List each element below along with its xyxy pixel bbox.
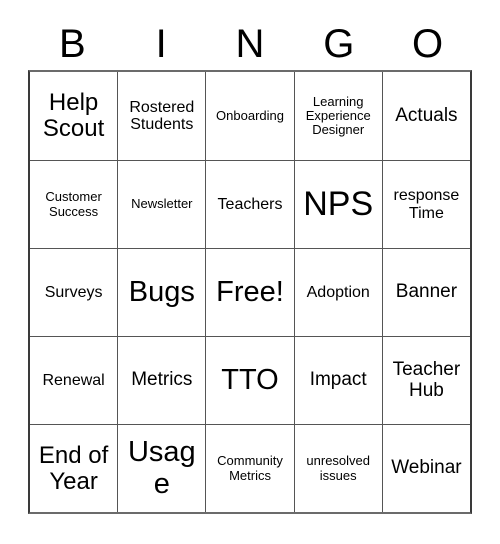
bingo-cell-label: Usage [127, 436, 196, 500]
bingo-header-letter-1: I [155, 22, 167, 66]
bingo-cell-r0-c3[interactable]: Learning Experience Designer [293, 72, 382, 160]
bingo-cell-label: Teachers [217, 195, 283, 213]
bingo-cell-label: Free! [216, 275, 284, 308]
bingo-row: Customer Success Newsletter Teachers NPS res… [30, 160, 471, 248]
bingo-cell-label: Actuals [395, 104, 458, 126]
bingo-cell-r1-c1[interactable]: Newsletter [117, 161, 206, 248]
bingo-cell-r3-c1[interactable]: Metrics [117, 337, 206, 424]
bingo-cell-r0-c2[interactable]: Onboarding [205, 72, 294, 160]
bingo-row: Help Scout Rostered Students Onboarding Lea… [30, 72, 471, 160]
bingo-cell-label: Renewal [42, 371, 105, 389]
bingo-header-letter-3: G [323, 22, 355, 66]
bingo-cell-label: End of Year [38, 441, 109, 495]
bingo-cell-label: Learning Experience Designer [305, 93, 371, 138]
bingo-cell-label: Banner [395, 281, 458, 303]
bingo-row: End of Year Usage Community Metrics unresol… [30, 424, 471, 512]
bingo-cell-label: Webinar [391, 457, 462, 479]
bingo-cell-r1-c4[interactable]: response Time [381, 161, 471, 248]
bingo-cell-r4-c4[interactable]: Webinar [381, 425, 471, 512]
bingo-header-letter-0: B [59, 22, 86, 66]
bingo-header-letter-4: O [412, 22, 444, 66]
bingo-row: Renewal Metrics TTO Impact Teacher Hub [30, 336, 471, 424]
bingo-cell-label: Help Scout [42, 89, 105, 142]
bingo-grid: Help Scout Rostered Students Onboarding Lea… [28, 70, 472, 514]
bingo-cell-r3-c4[interactable]: Teacher Hub [381, 337, 471, 424]
bingo-cell-r2-c3[interactable]: Adoption [293, 249, 382, 336]
bingo-cell-label: Surveys [44, 283, 103, 301]
bingo-cell-label: Newsletter [131, 196, 193, 212]
bingo-cell-r3-c3[interactable]: Impact [293, 337, 382, 424]
bingo-cell-r1-c3[interactable]: NPS [293, 161, 382, 248]
bingo-cell-label: Rostered Students [129, 98, 195, 133]
bingo-cell-label: Onboarding [216, 107, 284, 123]
bingo-cell-r2-c0[interactable]: Surveys [30, 249, 118, 336]
bingo-cell-label: Bugs [128, 275, 195, 308]
bingo-row: Surveys Bugs Free! Adoption Banner [30, 248, 471, 336]
bingo-cell-r2-c2[interactable]: Free! [205, 249, 294, 336]
bingo-cell-r2-c4[interactable]: Banner [381, 249, 471, 336]
bingo-cell-r4-c0[interactable]: End of Year [30, 425, 118, 512]
bingo-cell-r4-c3[interactable]: unresolved issues [293, 425, 382, 512]
bingo-header-row: BINGO [28, 18, 472, 70]
bingo-cell-r0-c4[interactable]: Actuals [381, 72, 471, 160]
bingo-cell-label: Metrics [131, 369, 193, 391]
bingo-cell-label: response Time [393, 187, 460, 222]
bingo-cell-r4-c1[interactable]: Usage [117, 425, 206, 512]
bingo-cell-label: Customer Success [45, 189, 102, 219]
bingo-cell-r0-c1[interactable]: Rostered Students [117, 72, 206, 160]
bingo-cell-label: Impact [309, 369, 367, 391]
bingo-cell-label: unresolved issues [306, 453, 371, 483]
bingo-cell-label: Teacher Hub [392, 358, 461, 401]
bingo-cell-label: TTO [221, 363, 279, 396]
bingo-header-letter-2: N [235, 22, 265, 66]
bingo-cell-r2-c1[interactable]: Bugs [117, 249, 206, 336]
bingo-cell-r0-c0[interactable]: Help Scout [30, 72, 118, 160]
bingo-cell-r3-c0[interactable]: Renewal [30, 337, 118, 424]
bingo-cell-r1-c2[interactable]: Teachers [205, 161, 294, 248]
bingo-card: B I N G O Help Scout Rostered Students Onboard… [28, 18, 472, 514]
bingo-cell-r1-c0[interactable]: Customer Success [30, 161, 118, 248]
bingo-cell-label: Adoption [306, 283, 370, 301]
bingo-cell-label: Community Metrics [217, 453, 283, 483]
bingo-cell-r4-c2[interactable]: Community Metrics [205, 425, 294, 512]
bingo-cell-label: NPS [303, 185, 374, 224]
bingo-cell-r3-c2[interactable]: TTO [205, 337, 294, 424]
